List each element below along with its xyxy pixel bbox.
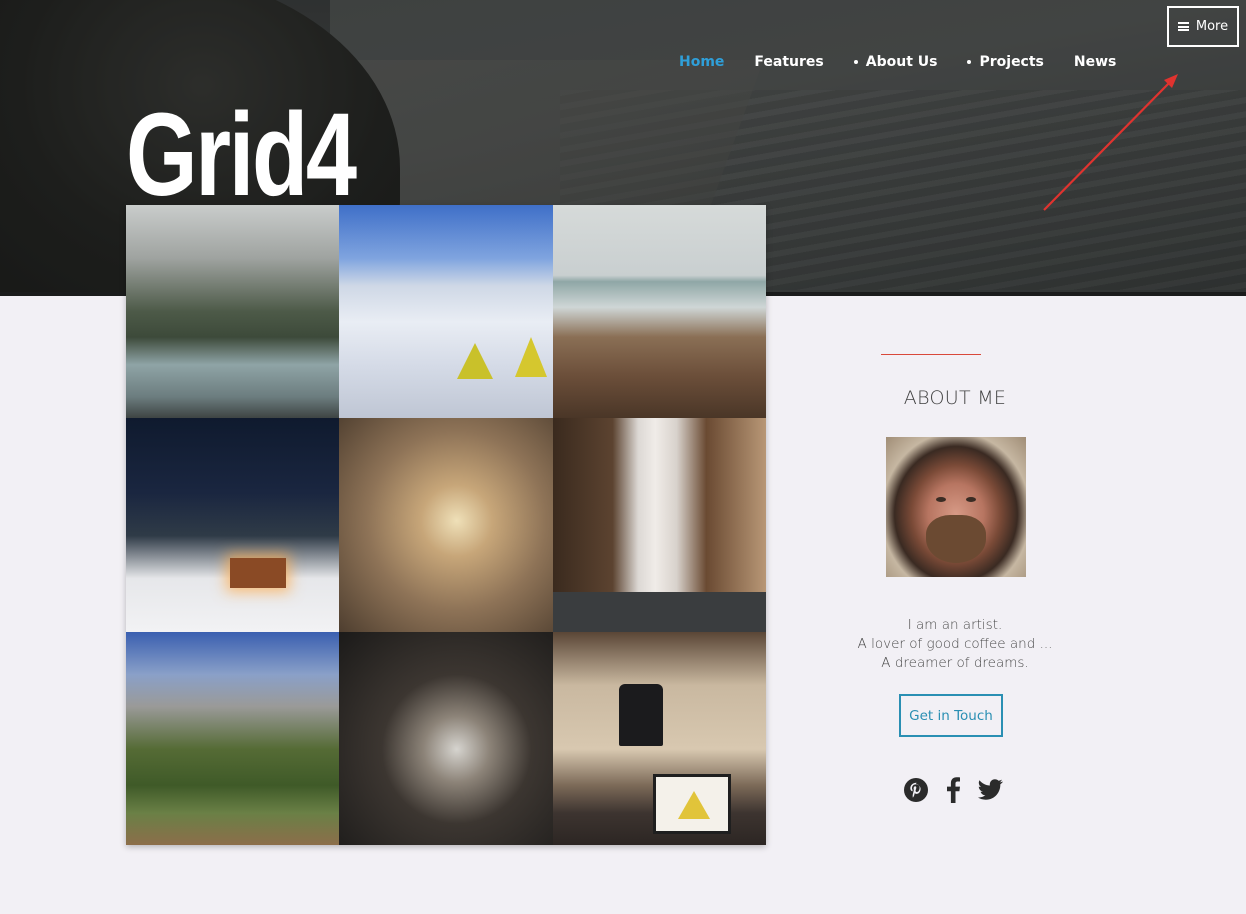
nav-item-projects[interactable]: Projects: [967, 54, 1044, 70]
jacket-shape: [619, 684, 663, 746]
gallery-tile-river-forest[interactable]: [126, 205, 339, 418]
tent-shape: [457, 343, 493, 379]
more-label: More: [1195, 19, 1229, 34]
pinterest-icon[interactable]: [903, 776, 929, 804]
gallery-tile-valley-forest[interactable]: [126, 632, 339, 845]
annotation-arrow-icon: [1043, 74, 1178, 211]
nav-item-label: Projects: [979, 54, 1044, 70]
avatar-beard: [926, 515, 986, 563]
nav-item-label: Features: [754, 54, 824, 70]
facebook-icon[interactable]: [940, 776, 966, 804]
avatar-eye: [966, 497, 976, 502]
rock-shape: [553, 592, 766, 632]
gallery-tile-coastal-cliff[interactable]: [553, 205, 766, 418]
get-in-touch-button[interactable]: Get in Touch: [899, 694, 1003, 737]
avatar-eye: [936, 497, 946, 502]
main-nav: Home Features About Us Projects News: [679, 54, 1146, 70]
bio-line: A dreamer of dreams.: [881, 655, 1029, 671]
nav-item-features[interactable]: Features: [754, 54, 823, 70]
nav-item-label: About Us: [865, 54, 938, 70]
nav-item-label: News: [1073, 54, 1117, 70]
submenu-dot-icon: [967, 60, 972, 64]
gallery-tile-coffee[interactable]: [339, 632, 553, 845]
gallery-tile-waterfall[interactable]: [553, 418, 766, 632]
nav-item-label: Home: [679, 54, 725, 70]
bio-line: A lover of good coffee and ...: [857, 636, 1053, 652]
avatar: [886, 437, 1026, 577]
site-logo[interactable]: Grid4: [126, 96, 357, 214]
bio-text: I am an artist. A lover of good coffee a…: [835, 616, 1075, 673]
more-menu-button[interactable]: More: [1167, 6, 1239, 47]
tent-shape: [515, 337, 547, 377]
hamburger-icon: [1177, 22, 1189, 31]
gallery-tile-dead-trees[interactable]: [339, 418, 553, 632]
social-links: [903, 776, 1014, 804]
gallery-tile-shop-interior[interactable]: [553, 632, 766, 845]
about-title: ABOUT ME: [903, 387, 1007, 409]
gallery-tile-snow-mountain[interactable]: [339, 205, 553, 418]
nav-item-about-us[interactable]: About Us: [853, 54, 938, 70]
nav-item-news[interactable]: News: [1074, 54, 1116, 70]
cabin-shape: [230, 558, 286, 588]
gallery-tile-snowy-cabin[interactable]: [126, 418, 339, 632]
photo-grid: [126, 205, 766, 845]
sidebar-divider: [881, 354, 981, 355]
bio-line: I am an artist.: [907, 617, 1003, 633]
poster-shape: [653, 774, 731, 834]
nav-item-home[interactable]: Home: [679, 54, 724, 70]
twitter-icon[interactable]: [977, 776, 1003, 804]
submenu-dot-icon: [853, 60, 858, 64]
